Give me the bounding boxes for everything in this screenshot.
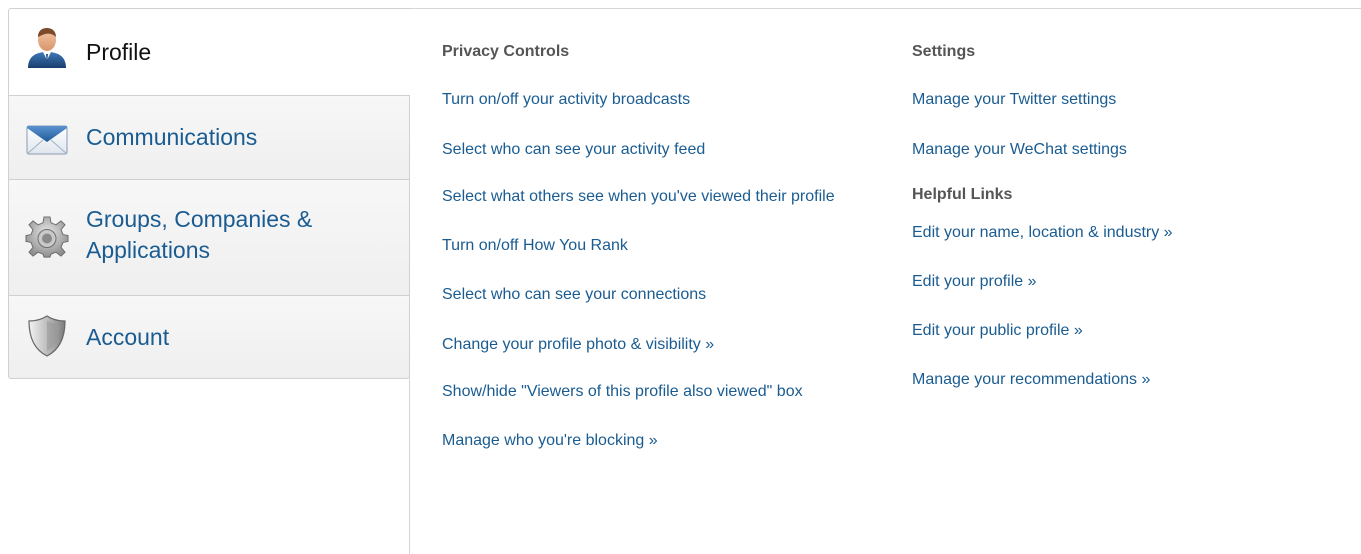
settings-section: Settings Manage your Twitter settings Ma… xyxy=(912,40,1352,390)
shield-icon xyxy=(28,315,66,357)
privacy-controls-heading: Privacy Controls xyxy=(442,43,570,60)
top-border xyxy=(410,8,1361,9)
tab-profile[interactable]: Profile xyxy=(8,8,411,95)
connections-visibility-link[interactable]: Select who can see your connections xyxy=(442,284,882,305)
edit-public-profile-link[interactable]: Edit your public profile » xyxy=(912,320,1352,341)
tab-groups-label: Groups, Companies & Applications xyxy=(86,206,313,263)
blocking-link[interactable]: Manage who you're blocking » xyxy=(442,430,882,451)
tab-account-label: Account xyxy=(86,324,170,350)
settings-page: Profile Communications Groups, Companies… xyxy=(0,0,1361,554)
wechat-settings-link[interactable]: Manage your WeChat settings xyxy=(912,139,1352,160)
envelope-icon xyxy=(26,125,68,155)
profile-viewed-link[interactable]: Select what others see when you've viewe… xyxy=(442,186,882,207)
manage-recommendations-link[interactable]: Manage your recommendations » xyxy=(912,369,1352,390)
activity-broadcasts-link[interactable]: Turn on/off your activity broadcasts xyxy=(442,89,882,110)
user-icon xyxy=(28,28,66,68)
tab-communications[interactable]: Communications xyxy=(8,95,410,179)
viewers-also-viewed-link[interactable]: Show/hide "Viewers of this profile also … xyxy=(442,381,842,402)
edit-profile-link[interactable]: Edit your profile » xyxy=(912,271,1352,292)
tab-groups-companies-applications[interactable]: Groups, Companies & Applications xyxy=(8,179,410,295)
profile-photo-link[interactable]: Change your profile photo & visibility » xyxy=(442,334,882,355)
edit-name-location-link[interactable]: Edit your name, location & industry » xyxy=(912,222,1352,243)
twitter-settings-link[interactable]: Manage your Twitter settings xyxy=(912,89,1352,110)
activity-feed-link[interactable]: Select who can see your activity feed xyxy=(442,139,882,160)
sidebar: Profile Communications Groups, Companies… xyxy=(8,8,411,379)
privacy-controls-section: Privacy Controls Turn on/off your activi… xyxy=(442,40,882,451)
tab-account[interactable]: Account xyxy=(8,295,410,379)
settings-heading: Settings xyxy=(912,43,976,60)
tab-communications-label: Communications xyxy=(86,124,258,150)
tab-profile-label: Profile xyxy=(86,39,152,65)
helpful-links-heading: Helpful Links xyxy=(912,186,1013,203)
how-you-rank-link[interactable]: Turn on/off How You Rank xyxy=(442,235,882,256)
gear-icon xyxy=(25,216,69,258)
